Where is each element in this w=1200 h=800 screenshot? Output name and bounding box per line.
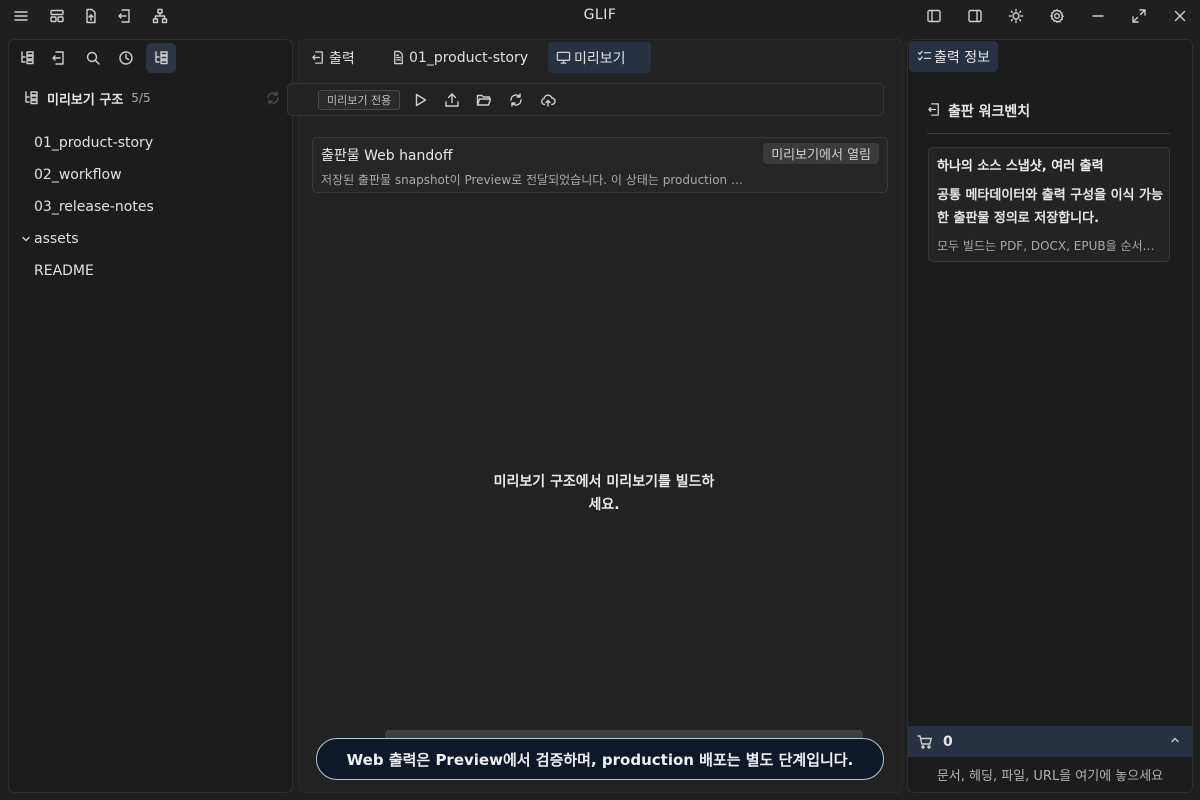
minimize-icon[interactable] [1086,4,1110,28]
chevron-down-icon[interactable] [21,234,31,244]
tab-output-info-label: 출력 정보 [934,49,990,66]
workbench-card-title: 하나의 소스 스냅샷, 여러 출력 [937,159,1104,174]
tree-item-assets[interactable]: assets [34,229,79,249]
play-icon[interactable] [409,89,431,111]
left-sidebar-toggle-icon[interactable] [922,4,946,28]
search-icon[interactable] [78,43,108,73]
monitor-icon [556,50,574,65]
export-icon [927,102,942,117]
chevron-up-icon[interactable] [1170,735,1180,745]
cart-bar[interactable]: 0 [908,726,1192,757]
preview-only-badge: 미리보기 전용 [318,90,401,110]
close-icon[interactable] [1168,4,1192,28]
workbench-card-body: 공통 메타데이터와 출력 구성을 이식 가능한 출판물 정의로 저장합니다. [937,188,1163,226]
maximize-icon[interactable] [1127,4,1151,28]
refresh-icon[interactable] [265,90,281,106]
tab-output-label: 출력 [329,50,355,67]
left-sidebar: 미리보기 구조 5/5 01_product-story 02_workflow… [8,39,293,793]
cloud-upload-icon[interactable] [537,89,559,111]
tree-item-product-story[interactable]: 01_product-story [34,133,153,153]
settings-gear-icon[interactable] [1045,4,1069,28]
document-icon [391,50,409,65]
workbench-card-footer: 모두 빌드는 PDF, DOCX, EPUB을 순서대로 ... [937,239,1161,253]
handoff-card[interactable]: 출판물 Web handoff 미리보기에서 열림 저장된 출판물 snapsh… [312,137,888,193]
refresh-icon[interactable] [505,89,527,111]
tree-title: 미리보기 구조 [47,92,124,108]
folder-open-icon[interactable] [473,89,495,111]
workbench-header: 출판 워크벤치 [927,100,1170,134]
opened-in-preview-badge: 미리보기에서 열림 [763,143,879,164]
history-clock-icon[interactable] [111,43,141,73]
tree-header: 미리보기 구조 5/5 [23,88,283,108]
tab-output[interactable]: 출력 [303,42,363,73]
handoff-card-title: 출판물 Web handoff [321,148,453,164]
tab-preview-label: 미리보기 [574,50,626,67]
cart-icon [917,734,933,750]
tree-item-readme[interactable]: README [34,261,94,281]
tab-output-info[interactable]: 출력 정보 [909,41,998,72]
upload-icon[interactable] [441,89,463,111]
toast-notification: Web 출력은 Preview에서 검증하며, production 배포는 별… [316,738,884,780]
tree-count: 5/5 [131,91,151,105]
sidebar-tool-row [9,40,292,76]
tab-preview[interactable]: 미리보기 [548,42,651,73]
export-icon [311,50,329,65]
tab-product-story[interactable]: 01_product-story [383,42,536,73]
tree-icon [23,90,39,106]
checklist-icon [917,49,934,64]
outline-tree-icon[interactable] [12,43,42,73]
tree-item-release-notes[interactable]: 03_release-notes [34,197,154,217]
workbench-card[interactable]: 하나의 소스 스냅샷, 여러 출력 공통 메타데이터와 출력 구성을 이식 가능… [928,147,1170,262]
handoff-card-description: 저장된 출판물 snapshot이 Preview로 전달되었습니다. 이 상태… [321,173,746,187]
title-bar: GLIF [0,0,1200,32]
workbench-title: 출판 워크벤치 [948,104,1031,120]
empty-state-message: 미리보기 구조에서 미리보기를 빌드하세요. [493,474,715,513]
tab-product-story-label: 01_product-story [409,49,529,66]
theme-sun-icon[interactable] [1004,4,1028,28]
tree-item-workflow[interactable]: 02_workflow [34,165,122,185]
right-sidebar-toggle-icon[interactable] [963,4,987,28]
cart-count: 0 [943,733,953,750]
drop-zone-hint[interactable]: 문서, 헤딩, 파일, URL을 여기에 놓으세요 [908,765,1192,784]
export-icon[interactable] [44,43,74,73]
preview-tree-icon[interactable] [146,43,176,73]
